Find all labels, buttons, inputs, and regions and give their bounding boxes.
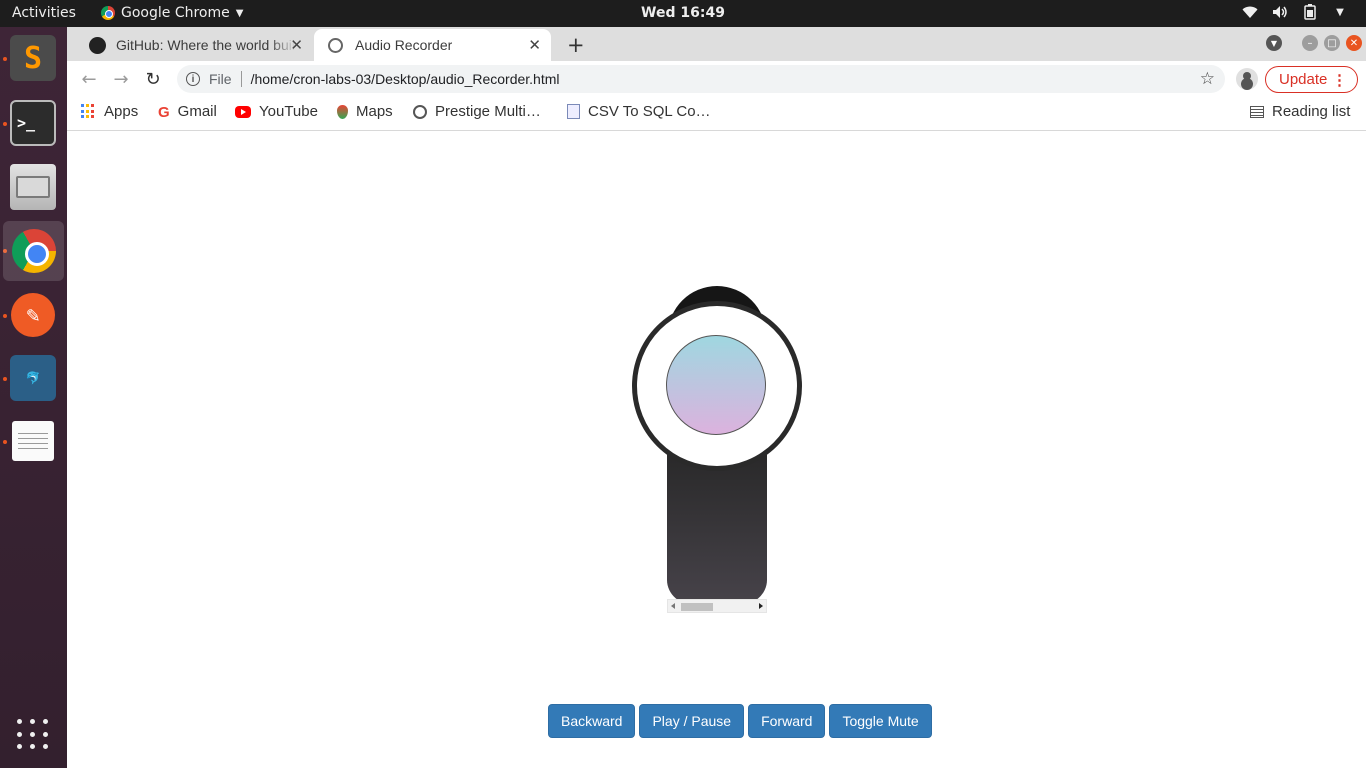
update-button[interactable]: Update ⋮ xyxy=(1265,66,1358,93)
reload-icon[interactable]: ↻ xyxy=(141,67,165,91)
forward-button[interactable]: Forward xyxy=(748,704,826,738)
files-icon xyxy=(10,164,56,210)
reading-list-button[interactable]: Reading list xyxy=(1250,103,1350,120)
dock-item-sublime-text[interactable]: S xyxy=(7,32,59,84)
scroll-left-icon[interactable] xyxy=(671,603,675,609)
apps-icon xyxy=(81,104,96,119)
new-tab-plus-icon[interactable]: + xyxy=(567,33,585,57)
activities-button[interactable]: Activities xyxy=(12,5,76,21)
forward-arrow-icon[interactable]: → xyxy=(109,67,133,91)
apps-grid-icon[interactable] xyxy=(17,719,49,751)
browser-toolbar: ← → ↻ i File /home/cron-labs-03/Desktop/… xyxy=(67,61,1366,97)
tab-github[interactable]: GitHub: Where the world builds software … xyxy=(75,29,313,61)
tab-title: GitHub: Where the world builds software xyxy=(116,37,296,53)
player-controls: Backward Play / Pause Forward Toggle Mut… xyxy=(548,704,932,738)
app-menu[interactable]: Google Chrome ▼ xyxy=(101,5,243,21)
dock-item-text-editor[interactable] xyxy=(7,415,59,467)
divider xyxy=(240,71,242,87)
maximize-icon[interactable]: □ xyxy=(1324,35,1340,51)
recorder-illustration xyxy=(632,286,802,616)
update-label: Update xyxy=(1279,71,1328,88)
mysql-workbench-icon: 🐬 xyxy=(10,355,56,401)
maps-icon xyxy=(337,104,348,119)
bookmark-maps[interactable]: Maps xyxy=(337,103,393,120)
scroll-right-icon[interactable] xyxy=(759,603,763,609)
terminal-icon: >_ xyxy=(10,100,56,146)
tab-audio-recorder[interactable]: Audio Recorder ✕ xyxy=(314,29,551,61)
dock-item-postman[interactable]: ✎ xyxy=(7,289,59,341)
bookmark-youtube[interactable]: YouTube xyxy=(235,103,318,120)
reading-list-label: Reading list xyxy=(1272,103,1351,120)
bookmark-label: Prestige Multi… xyxy=(435,103,541,120)
sublime-icon: S xyxy=(10,35,56,81)
chevron-down-icon: ▼ xyxy=(235,7,244,19)
bookmark-gmail[interactable]: G Gmail xyxy=(158,103,217,121)
bookmark-label: Gmail xyxy=(177,103,217,120)
ubuntu-dock: S >_ ✎ 🐬 xyxy=(0,27,67,768)
profile-avatar-icon[interactable] xyxy=(1236,68,1258,90)
postman-icon: ✎ xyxy=(11,293,55,337)
system-tray[interactable]: ▼ xyxy=(1242,4,1348,20)
bookmark-label: Apps xyxy=(104,103,139,120)
bookmark-apps[interactable]: Apps xyxy=(81,103,138,120)
window-controls: ▼ – □ ✕ xyxy=(1266,35,1362,51)
csv-icon xyxy=(567,104,580,119)
volume-icon[interactable] xyxy=(1272,4,1288,20)
globe-icon xyxy=(328,37,343,53)
reading-list-icon xyxy=(1250,105,1264,118)
close-icon[interactable]: ✕ xyxy=(528,36,541,54)
dock-item-mysql-workbench[interactable]: 🐬 xyxy=(7,352,59,404)
address-bar[interactable]: i File /home/cron-labs-03/Desktop/audio_… xyxy=(177,65,1225,93)
bookmark-prestige-multi[interactable]: Prestige Multi… xyxy=(413,103,541,120)
youtube-icon xyxy=(235,105,251,118)
minimize-icon[interactable]: – xyxy=(1302,35,1318,51)
back-arrow-icon[interactable]: ← xyxy=(77,67,101,91)
window-close-icon[interactable]: ✕ xyxy=(1346,35,1362,51)
bookmark-label: YouTube xyxy=(259,103,318,120)
tab-title: Audio Recorder xyxy=(355,37,453,53)
battery-icon[interactable] xyxy=(1302,4,1318,20)
recorder-lens[interactable] xyxy=(666,335,766,435)
gnome-top-bar: Activities Google Chrome ▼ Wed 16:49 ▼ xyxy=(0,0,1366,27)
dock-item-google-chrome[interactable] xyxy=(3,221,64,281)
dock-item-files[interactable] xyxy=(7,161,59,213)
tab-strip: GitHub: Where the world builds software … xyxy=(67,27,1366,61)
info-icon[interactable]: i xyxy=(186,72,200,86)
scroll-thumb[interactable] xyxy=(681,603,713,611)
bookmark-csv-to-sql[interactable]: CSV To SQL Co… xyxy=(567,103,711,120)
github-icon xyxy=(89,36,106,54)
play-pause-button[interactable]: Play / Pause xyxy=(639,704,745,738)
globe-icon xyxy=(413,104,427,119)
chrome-icon xyxy=(101,6,115,20)
bookmark-star-icon[interactable]: ☆ xyxy=(1200,69,1215,89)
bookmark-label: CSV To SQL Co… xyxy=(588,103,711,120)
bookmark-label: Maps xyxy=(356,103,393,120)
chrome-icon xyxy=(11,229,56,273)
kebab-menu-icon: ⋮ xyxy=(1332,71,1347,89)
url-text[interactable]: /home/cron-labs-03/Desktop/audio_Recorde… xyxy=(251,71,560,87)
wifi-icon[interactable] xyxy=(1242,4,1258,20)
backward-button[interactable]: Backward xyxy=(548,704,636,738)
horizontal-scrollbar[interactable] xyxy=(667,599,767,613)
google-icon: G xyxy=(158,104,170,121)
tab-search-icon[interactable]: ▼ xyxy=(1266,35,1282,51)
url-scheme-label: File xyxy=(209,71,232,87)
bookmarks-bar: Apps G Gmail YouTube Maps Prestige Multi… xyxy=(67,97,1366,131)
dock-item-terminal[interactable]: >_ xyxy=(7,97,59,149)
toggle-mute-button[interactable]: Toggle Mute xyxy=(829,704,932,738)
app-menu-label: Google Chrome xyxy=(121,5,230,21)
close-icon[interactable]: ✕ xyxy=(290,36,303,54)
text-editor-icon xyxy=(12,421,54,461)
system-menu-chevron-icon[interactable]: ▼ xyxy=(1332,4,1348,20)
chrome-window: GitHub: Where the world builds software … xyxy=(67,27,1366,768)
page-content: Backward Play / Pause Forward Toggle Mut… xyxy=(67,131,1366,768)
